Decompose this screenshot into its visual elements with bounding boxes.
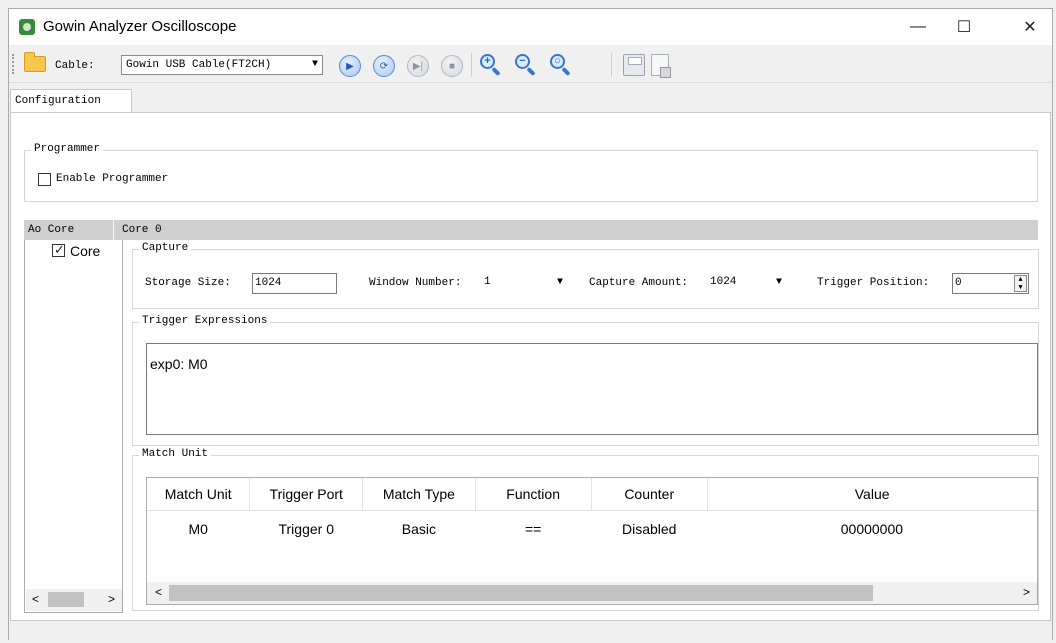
trigger-expression-textarea[interactable]: exp0: M0 xyxy=(146,343,1038,435)
cable-select-value: Gowin USB Cable(FT2CH) xyxy=(126,59,272,71)
capture-amount-select[interactable]: 1024 ▼ xyxy=(708,273,788,294)
chevron-down-icon: ▼ xyxy=(556,277,563,288)
cable-select[interactable]: Gowin USB Cable(FT2CH) ▼ xyxy=(121,55,323,75)
zoom-in-icon[interactable]: + xyxy=(479,53,503,77)
match-unit-table: Match Unit Trigger Port Match Type Funct… xyxy=(146,477,1038,605)
scroll-thumb[interactable] xyxy=(169,585,873,601)
toolbar: Cable: Gowin USB Cable(FT2CH) ▼ ▶ ⟳ ▶| ■… xyxy=(9,45,1052,83)
column-header[interactable]: Trigger Port xyxy=(249,478,364,511)
folder-icon[interactable] xyxy=(24,52,46,72)
core-list-scrollbar[interactable]: < > xyxy=(26,589,122,611)
export-icon[interactable] xyxy=(651,54,671,78)
table-cell[interactable]: Trigger 0 xyxy=(250,511,363,548)
trigger-position-spinbox[interactable]: 0 ▲ ▼ xyxy=(952,273,1029,294)
scroll-thumb[interactable] xyxy=(48,592,84,607)
stop-icon[interactable]: ■ xyxy=(441,55,463,77)
column-header[interactable]: Function xyxy=(475,478,592,511)
chevron-down-icon: ▼ xyxy=(311,59,318,70)
match-unit-grid: Match Unit Trigger Port Match Type Funct… xyxy=(147,478,1037,547)
table-cell[interactable]: Basic xyxy=(363,511,476,548)
app-window: Gowin Analyzer Oscilloscope — ☐ ✕ Cable:… xyxy=(8,8,1053,640)
zoom-out-icon[interactable]: − xyxy=(514,53,538,77)
title-bar: Gowin Analyzer Oscilloscope — ☐ ✕ xyxy=(9,9,1052,45)
toolbar-grip[interactable] xyxy=(12,54,16,74)
enable-programmer-label: Enable Programmer xyxy=(56,173,169,185)
capture-group-title: Capture xyxy=(139,242,192,254)
core-checkbox[interactable] xyxy=(52,242,65,258)
storage-size-label: Storage Size: xyxy=(145,277,231,289)
window-number-label: Window Number: xyxy=(369,277,462,289)
trigger-expression-text: exp0: M0 xyxy=(150,356,208,372)
table-header-row: Match Unit Trigger Port Match Type Funct… xyxy=(147,478,1037,511)
programmer-group: Programmer Enable Programmer xyxy=(24,143,1038,202)
enable-programmer-checkbox[interactable] xyxy=(38,173,51,186)
tab-configuration[interactable]: Configuration xyxy=(10,89,132,113)
window-number-select[interactable]: 1 ▼ xyxy=(482,273,569,294)
scroll-left-arrow[interactable]: < xyxy=(155,585,162,599)
table-cell[interactable]: == xyxy=(475,511,591,548)
scroll-right-arrow[interactable]: > xyxy=(108,592,115,606)
storage-size-input[interactable]: 1024 xyxy=(252,273,337,294)
toolbar-separator xyxy=(611,53,612,77)
status-bar xyxy=(9,621,1052,640)
table-cell[interactable]: M0 xyxy=(147,511,250,548)
repeat-icon[interactable]: ⟳ xyxy=(373,55,395,77)
step-icon[interactable]: ▶| xyxy=(407,55,429,77)
capture-group: Capture Storage Size: 1024 Window Number… xyxy=(132,242,1039,309)
table-cell[interactable]: 00000000 xyxy=(707,511,1036,548)
toolbar-separator xyxy=(471,53,472,77)
play-icon[interactable]: ▶ xyxy=(339,55,361,77)
cable-label: Cable: xyxy=(55,60,95,72)
spin-arrows-icon[interactable]: ▲ ▼ xyxy=(1014,275,1027,292)
window-title: Gowin Analyzer Oscilloscope xyxy=(43,18,237,35)
maximize-button[interactable]: ☐ xyxy=(942,9,986,45)
column-header[interactable]: Match Unit xyxy=(147,478,251,511)
window-number-value: 1 xyxy=(484,276,491,288)
header-divider xyxy=(113,220,114,240)
ao-core-column-header: Ao Core xyxy=(28,224,75,236)
chevron-down-icon: ▼ xyxy=(775,277,782,288)
table-cell[interactable]: Disabled xyxy=(591,511,707,548)
core-item-label[interactable]: Core xyxy=(70,243,100,259)
zoom-fit-icon[interactable]: ○ xyxy=(549,53,573,77)
programmer-group-title: Programmer xyxy=(31,143,104,155)
table-horizontal-scrollbar[interactable]: < > xyxy=(147,582,1037,604)
trigger-expressions-group: Trigger Expressions exp0: M0 xyxy=(132,315,1039,446)
column-header[interactable]: Value xyxy=(707,478,1037,511)
save-icon[interactable] xyxy=(623,54,645,76)
capture-amount-label: Capture Amount: xyxy=(589,277,689,289)
minimize-button[interactable]: — xyxy=(896,9,940,45)
match-unit-group-title: Match Unit xyxy=(139,448,212,460)
scroll-right-arrow[interactable]: > xyxy=(1023,585,1030,599)
close-button[interactable]: ✕ xyxy=(1008,9,1052,45)
core-header: Ao Core Core 0 xyxy=(24,220,1038,240)
trigger-position-label: Trigger Position: xyxy=(817,277,930,289)
selected-core-title: Core 0 xyxy=(122,224,162,236)
configuration-panel: Programmer Enable Programmer Ao Core Cor… xyxy=(10,112,1051,621)
table-row[interactable]: M0 Trigger 0 Basic == Disabled 00000000 xyxy=(147,511,1037,548)
match-unit-group: Match Unit Match Unit Trigger Port Match… xyxy=(132,448,1039,611)
trigger-position-value: 0 xyxy=(955,277,962,289)
capture-amount-value: 1024 xyxy=(710,276,737,288)
column-header[interactable]: Match Type xyxy=(362,478,476,511)
core-list: Core < > xyxy=(24,240,123,613)
trigger-expressions-group-title: Trigger Expressions xyxy=(139,315,271,327)
app-icon xyxy=(19,19,35,35)
scroll-left-arrow[interactable]: < xyxy=(32,592,39,606)
column-header[interactable]: Counter xyxy=(591,478,708,511)
